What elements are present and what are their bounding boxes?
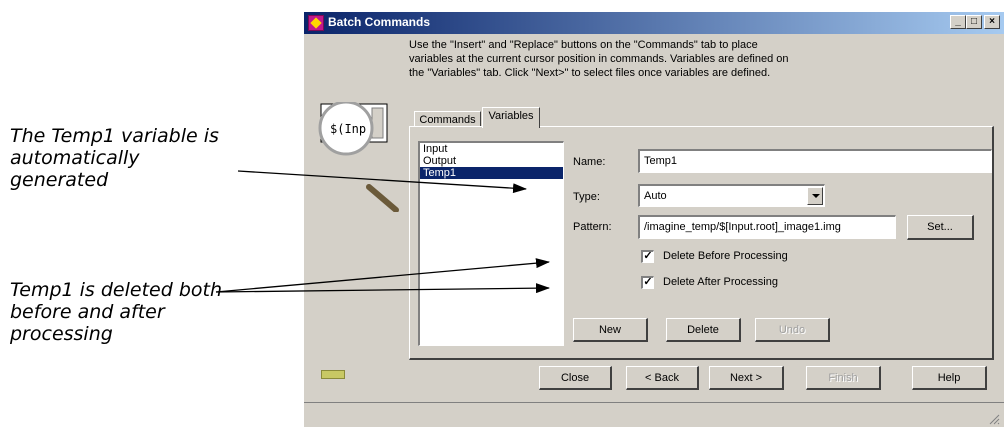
callout-arrows — [215, 170, 550, 294]
tab-variables[interactable]: Variables — [482, 107, 540, 128]
arrow-to-delete-before — [215, 258, 550, 293]
arrow-to-temp1 — [237, 170, 527, 194]
arrow-to-delete-after — [215, 283, 550, 294]
